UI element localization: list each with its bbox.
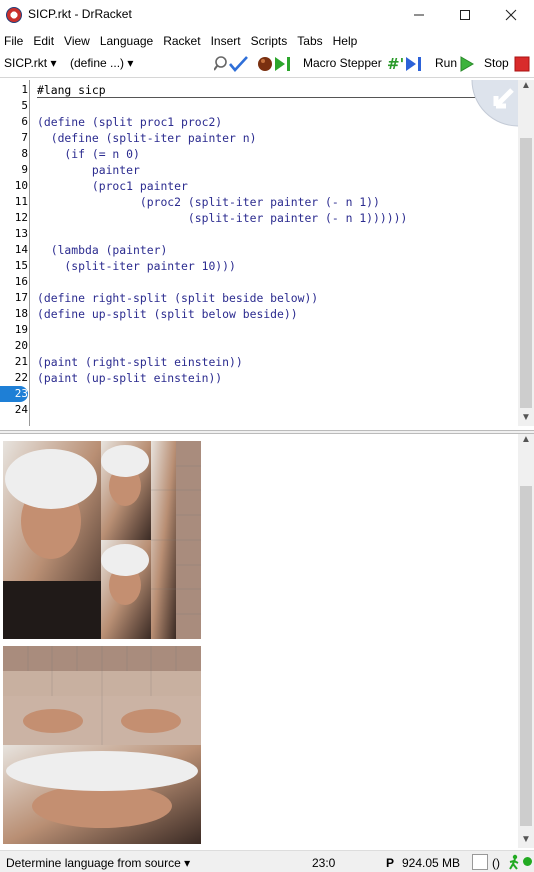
menu-file[interactable]: File	[4, 34, 23, 48]
toolbar: SICP.rkt ▾ (define ...) ▾ Macro Stepper …	[0, 51, 534, 78]
line-number: 6	[21, 115, 28, 128]
code-line[interactable]: (lambda (painter)	[37, 242, 168, 258]
line-number: 9	[21, 163, 28, 176]
run-button-label[interactable]: Run	[435, 56, 457, 70]
line-number: 10	[14, 179, 28, 192]
code-line[interactable]: #lang sicp	[37, 82, 518, 98]
line-number: 18	[14, 307, 28, 320]
running-person-icon	[509, 854, 519, 870]
cursor-position: 23:0	[312, 856, 336, 870]
editor-scroll-thumb[interactable]	[520, 138, 532, 408]
stop-button-label[interactable]: Stop	[484, 56, 509, 70]
chevron-down-icon: ▾	[50, 56, 57, 70]
define-popup-menu[interactable]: (define ...) ▾	[70, 56, 133, 70]
code-line[interactable]: (define right-split (split beside below)…	[37, 290, 318, 306]
svg-text:#': #'	[387, 55, 404, 73]
line-number: 20	[14, 339, 28, 352]
debug-icon[interactable]	[257, 55, 293, 73]
code-line[interactable]: (if (= n 0)	[37, 146, 139, 162]
minimize-icon	[414, 14, 424, 16]
maximize-icon	[460, 10, 470, 20]
run-icon[interactable]	[460, 56, 474, 72]
menu-racket[interactable]: Racket	[163, 34, 200, 48]
code-line[interactable]: (define up-split (split below beside))	[37, 306, 298, 322]
right-split-einstein-image	[3, 441, 201, 639]
language-label: Determine language from source	[6, 856, 181, 870]
line-number: 5	[21, 99, 28, 112]
menu-edit[interactable]: Edit	[33, 34, 54, 48]
menu-view[interactable]: View	[64, 34, 90, 48]
status-bar: Determine language from source ▾ 23:0 P …	[0, 850, 534, 872]
chevron-down-icon: ▾	[127, 56, 134, 70]
line-number: 15	[14, 259, 28, 272]
line-number: 16	[14, 275, 28, 288]
line-number: 7	[21, 131, 28, 144]
file-popup-menu[interactable]: SICP.rkt ▾	[4, 56, 57, 70]
interactions-scroll-thumb[interactable]	[520, 486, 532, 826]
language-selector[interactable]: Determine language from source ▾	[6, 856, 190, 870]
line-number: 13	[14, 227, 28, 240]
paren-indicator: ()	[492, 856, 500, 870]
line-number: 8	[21, 147, 28, 160]
code-line[interactable]: (paint (right-split einstein))	[37, 354, 243, 370]
code-line[interactable]: painter	[37, 162, 140, 178]
window-title: SICP.rkt - DrRacket	[28, 7, 132, 21]
stop-icon[interactable]	[514, 56, 530, 72]
line-number: 24	[14, 403, 28, 416]
memory-flag: P	[386, 856, 395, 870]
current-line-number: 23	[0, 386, 28, 402]
menu-bar: File Edit View Language Racket Insert Sc…	[0, 30, 534, 51]
drracket-logo-icon	[6, 7, 22, 23]
check-syntax-icon[interactable]	[214, 55, 248, 73]
define-popup-label: (define ...)	[70, 56, 125, 70]
scroll-up-icon[interactable]: ▲	[521, 80, 531, 91]
line-number: 12	[14, 211, 28, 224]
line-number: 19	[14, 323, 28, 336]
line-number: 1	[21, 83, 28, 96]
scroll-down-icon[interactable]: ▼	[521, 412, 531, 423]
menu-scripts[interactable]: Scripts	[251, 34, 288, 48]
memory-usage[interactable]: 924.05 MB	[402, 856, 460, 870]
editor-scrollbar[interactable]: ▲ ▼	[518, 80, 534, 426]
macro-stepper-button[interactable]: Macro Stepper	[303, 56, 382, 70]
interactions-scrollbar[interactable]: ▲ ▼	[518, 434, 534, 848]
line-number: 22	[14, 371, 28, 384]
code-line[interactable]: (define (split proc1 proc2)	[37, 114, 222, 130]
chevron-down-icon: ▾	[184, 856, 191, 870]
scroll-down-icon[interactable]: ▼	[521, 834, 531, 845]
code-line[interactable]: (paint (up-split einstein))	[37, 370, 222, 386]
line-number-gutter: 1 5 6 7 8 9 10 11 12 13 14 15 16 17 18 1…	[0, 80, 30, 426]
menu-tabs[interactable]: Tabs	[297, 34, 322, 48]
line-number: 14	[14, 243, 28, 256]
maximize-button[interactable]	[442, 0, 488, 30]
code-line[interactable]: (proc1 painter	[37, 178, 188, 194]
menu-insert[interactable]: Insert	[211, 34, 241, 48]
interactions-pane[interactable]	[0, 434, 518, 848]
code-line[interactable]: (split-iter painter 10)))	[37, 258, 235, 274]
close-button[interactable]	[488, 0, 534, 30]
title-bar: SICP.rkt - DrRacket	[0, 0, 534, 30]
minimize-button[interactable]	[396, 0, 442, 30]
scroll-up-icon[interactable]: ▲	[521, 434, 531, 445]
menu-help[interactable]: Help	[333, 34, 358, 48]
collapse-arrow-icon[interactable]	[466, 80, 518, 128]
up-split-einstein-image	[3, 646, 201, 844]
file-popup-label: SICP.rkt	[4, 56, 48, 70]
menu-language[interactable]: Language	[100, 34, 153, 48]
close-icon	[505, 9, 517, 21]
line-number: 17	[14, 291, 28, 304]
code-line[interactable]: (define (split-iter painter n)	[37, 130, 257, 146]
macro-stepper-icon[interactable]: #'	[386, 55, 424, 73]
blank-indicator	[472, 854, 488, 870]
line-number: 21	[14, 355, 28, 368]
status-light-icon	[523, 857, 532, 866]
code-line[interactable]: (split-iter painter (- n 1))))))	[37, 210, 407, 226]
line-number: 11	[14, 195, 28, 208]
definitions-editor[interactable]: 1 5 6 7 8 9 10 11 12 13 14 15 16 17 18 1…	[0, 80, 518, 426]
code-line[interactable]: (proc2 (split-iter painter (- n 1))	[37, 194, 380, 210]
